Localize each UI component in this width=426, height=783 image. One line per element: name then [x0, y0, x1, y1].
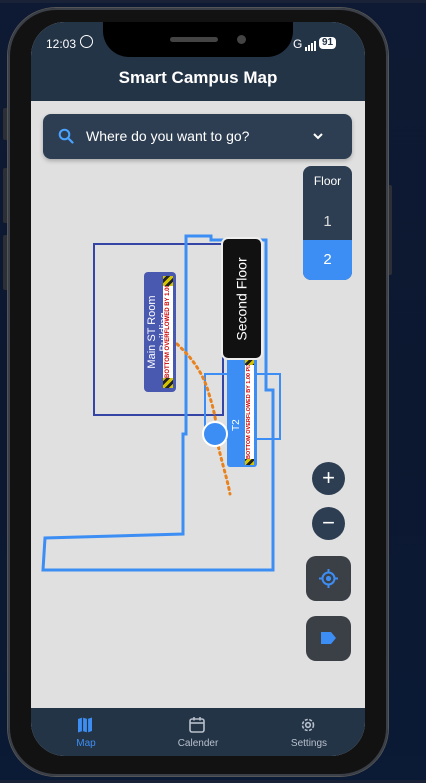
overflow-warning: BOTTOM OVERFLOWED BY 1.00 PIXELS	[163, 276, 173, 388]
speaker-grille	[170, 37, 218, 42]
gps-icon	[319, 569, 338, 588]
network-type: G	[293, 37, 303, 51]
whatsapp-icon	[80, 35, 93, 48]
nav-calendar[interactable]: Calender	[158, 708, 238, 756]
my-location-button[interactable]	[306, 556, 351, 601]
zoom-in-button[interactable]: +	[312, 462, 345, 495]
floor-tooltip: Second Floor	[223, 239, 261, 358]
floor-option-2[interactable]: 2	[303, 240, 352, 280]
building-name: T2	[231, 419, 242, 431]
nav-label: Map	[76, 738, 96, 749]
status-bar: 12:03 G 91	[31, 22, 365, 62]
building-label-main-st[interactable]: Main ST Room Building BOTTOM OVERFLOWED …	[144, 272, 176, 392]
floor-label: Floor	[313, 174, 342, 188]
top-edge	[0, 0, 426, 3]
zoom-out-button[interactable]: −	[312, 507, 345, 540]
overflow-warning: BOTTOM OVERFLOWED BY 1.00 PIX	[245, 359, 254, 465]
labels-toggle-button[interactable]	[306, 616, 351, 661]
status-time: 12:03	[46, 37, 77, 51]
app-screen: Main ST Room Building BOTTOM OVERFLOWED …	[31, 22, 365, 756]
search-placeholder: Where do you want to go?	[86, 128, 250, 144]
map-icon	[78, 717, 92, 733]
app-bar: 12:03 G 91 Smart Campus Map	[31, 22, 365, 101]
signal-icon	[305, 37, 317, 51]
chevron-down-icon	[313, 133, 323, 140]
current-location-marker	[202, 421, 228, 447]
building-label-t2[interactable]: T2 BOTTOM OVERFLOWED BY 1.00 PIX	[227, 357, 257, 467]
bottom-navigation: Map Calender Settings	[31, 708, 365, 756]
search-dropdown[interactable]: Where do you want to go?	[43, 114, 352, 159]
nav-label: Calender	[177, 738, 219, 749]
battery-badge: 91	[319, 37, 337, 49]
camera-notch	[103, 22, 293, 57]
floor-option-1[interactable]: 1	[303, 204, 352, 240]
search-icon	[58, 128, 74, 144]
gear-icon	[301, 718, 315, 732]
page-title: Smart Campus Map	[118, 68, 278, 87]
calendar-icon	[189, 717, 205, 733]
camera-icon	[237, 35, 246, 44]
nav-map[interactable]: Map	[46, 708, 126, 756]
floor-selector: Floor 1 2	[303, 166, 352, 280]
nav-label: Settings	[290, 738, 328, 749]
nav-settings[interactable]: Settings	[269, 708, 349, 756]
label-icon	[321, 632, 336, 644]
